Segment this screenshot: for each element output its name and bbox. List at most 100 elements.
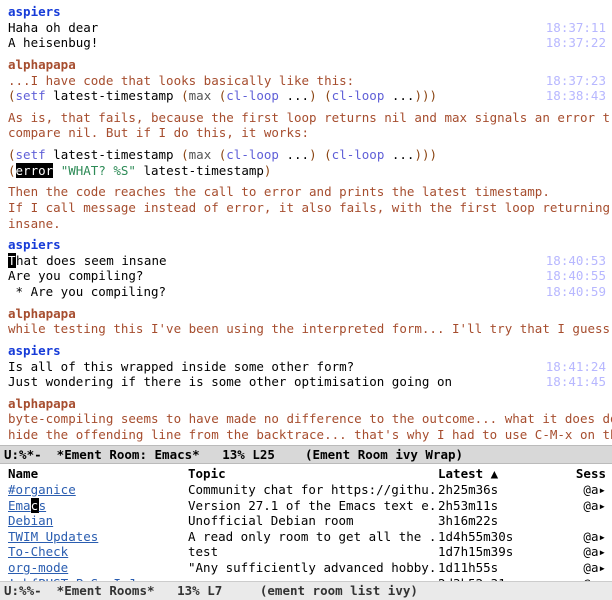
col-topic-header: Topic (188, 466, 438, 482)
room-latest: 2h25m36s (438, 482, 543, 498)
chat-line: * Are you compiling?18:40:59 (8, 284, 606, 300)
timestamp: 18:41:45 (536, 374, 606, 390)
chat-line: aspiers (8, 4, 606, 20)
text-span (211, 147, 219, 162)
chat-text: As is, that fails, because the first loo… (8, 110, 612, 126)
room-latest: 1d7h15m39s (438, 544, 543, 560)
chat-text: If I call message instead of error, it a… (8, 200, 612, 216)
room-latest: 2h53m11s (438, 498, 543, 514)
room-row[interactable]: org-mode"Any sufficiently advanced hobby… (8, 560, 606, 576)
text-span: hat does seem insane (16, 253, 167, 268)
text-span: A heisenbug! (8, 35, 98, 50)
room-name[interactable]: org-mode (8, 560, 188, 576)
chat-text: aspiers (8, 237, 536, 253)
chat-line: Is all of this wrapped inside some other… (8, 359, 606, 375)
text-span: ) (414, 88, 422, 103)
chat-text: That does seem insane (8, 253, 536, 269)
room-topic: Community chat for https://githu... (188, 482, 438, 498)
text-span (317, 147, 325, 162)
timestamp (536, 147, 606, 163)
chat-line: alphapapa (8, 306, 606, 322)
room-row[interactable]: EmacsVersion 27.1 of the Emacs text e...… (8, 498, 606, 514)
chat-line: insane. (8, 216, 606, 232)
room-session: @a▸ (543, 498, 606, 514)
room-topic: test (188, 544, 438, 560)
text-span: Are you compiling? (8, 268, 143, 283)
text-span: As is, that fails, because the first loo… (8, 110, 612, 125)
chat-line: As is, that fails, because the first loo… (8, 110, 606, 126)
room-name[interactable]: TWIM Updates (8, 529, 188, 545)
room-name[interactable]: To-Check (8, 544, 188, 560)
text-span: If I call message instead of error, it a… (8, 200, 612, 215)
timestamp (536, 396, 606, 412)
text-span: "WHAT? %S" (61, 163, 136, 178)
room-topic: "Any sufficiently advanced hobby... (188, 560, 438, 576)
room-topic: A read only room to get all the ... (188, 529, 438, 545)
chat-line: (error "WHAT? %S" latest-timestamp) (8, 163, 606, 179)
timestamp: 18:40:53 (536, 253, 606, 269)
chat-buffer[interactable]: aspiersHaha oh dear18:37:11A heisenbug!1… (0, 0, 612, 445)
text-span: ( (8, 147, 16, 162)
text-span: ( (324, 147, 332, 162)
text-span: ...I have code that looks basically like… (8, 73, 354, 88)
chat-line: ...I have code that looks basically like… (8, 73, 606, 89)
text-span: ( (181, 88, 189, 103)
chat-text: ...I have code that looks basically like… (8, 73, 536, 89)
text-span: cl-loop (226, 147, 279, 162)
text-span: insane. (8, 216, 61, 231)
text-span: latest-timestamp (46, 88, 181, 103)
text-span: max (189, 88, 212, 103)
sender-nick: aspiers (8, 343, 61, 358)
col-name-header: Name (8, 466, 188, 482)
timestamp (550, 184, 612, 200)
chat-text: aspiers (8, 4, 536, 20)
text-span: while testing this I've been using the i… (8, 321, 610, 336)
text-span (211, 88, 219, 103)
text-span: ) (422, 147, 430, 162)
text-span: ) (430, 88, 438, 103)
col-latest-header[interactable]: Latest ▲ (438, 466, 543, 482)
room-name[interactable]: #organice (8, 482, 188, 498)
room-session (543, 513, 606, 529)
chat-line: compare nil. But if I do this, it works: (8, 125, 606, 141)
timestamp: 18:40:55 (536, 268, 606, 284)
timestamp (536, 125, 606, 141)
room-row[interactable]: #organiceCommunity chat for https://gith… (8, 482, 606, 498)
room-row[interactable]: To-Checktest1d7h15m39s@a▸ (8, 544, 606, 560)
point-cursor: c (31, 498, 39, 514)
room-name[interactable]: Emacs (8, 498, 188, 514)
chat-line: Haha oh dear18:37:11 (8, 20, 606, 36)
text-span: ( (8, 163, 16, 178)
chat-text: while testing this I've been using the i… (8, 321, 610, 337)
sender-nick: alphapapa (8, 396, 76, 411)
room-session: @a▸ (543, 544, 606, 560)
chat-text: Just wondering if there is some other op… (8, 374, 536, 390)
chat-line: That does seem insane18:40:53 (8, 253, 606, 269)
timestamp (536, 216, 606, 232)
text-span: ( (8, 88, 16, 103)
chat-line: aspiers (8, 343, 606, 359)
text-span: ... (279, 88, 309, 103)
chat-line: A heisenbug!18:37:22 (8, 35, 606, 51)
text-span: ) (414, 147, 422, 162)
text-span: setf (16, 88, 46, 103)
text-span: Just wondering if there is some other op… (8, 374, 452, 389)
chat-line: byte-compiling seems to have made no dif… (8, 411, 606, 427)
room-name[interactable]: Debian (8, 513, 188, 529)
rooms-buffer[interactable]: NameTopicLatest ▲Sess#organiceCommunity … (0, 464, 612, 581)
timestamp (536, 163, 606, 179)
chat-line: Just wondering if there is some other op… (8, 374, 606, 390)
chat-text: * Are you compiling? (8, 284, 536, 300)
text-span: compare nil. But if I do this, it works: (8, 125, 309, 140)
room-row[interactable]: TWIM UpdatesA read only room to get all … (8, 529, 606, 545)
text-span: latest-timestamp (46, 147, 181, 162)
text-span: * Are you compiling? (8, 284, 166, 299)
text-span: Then the code reaches the call to error … (8, 184, 550, 199)
chat-line: while testing this I've been using the i… (8, 321, 606, 337)
text-span (53, 163, 61, 178)
room-row[interactable]: DebianUnofficial Debian room3h16m22s (8, 513, 606, 529)
text-span: cl-loop (332, 88, 385, 103)
chat-line: Then the code reaches the call to error … (8, 184, 606, 200)
rooms-header: NameTopicLatest ▲Sess (8, 466, 606, 482)
chat-text: Is all of this wrapped inside some other… (8, 359, 536, 375)
